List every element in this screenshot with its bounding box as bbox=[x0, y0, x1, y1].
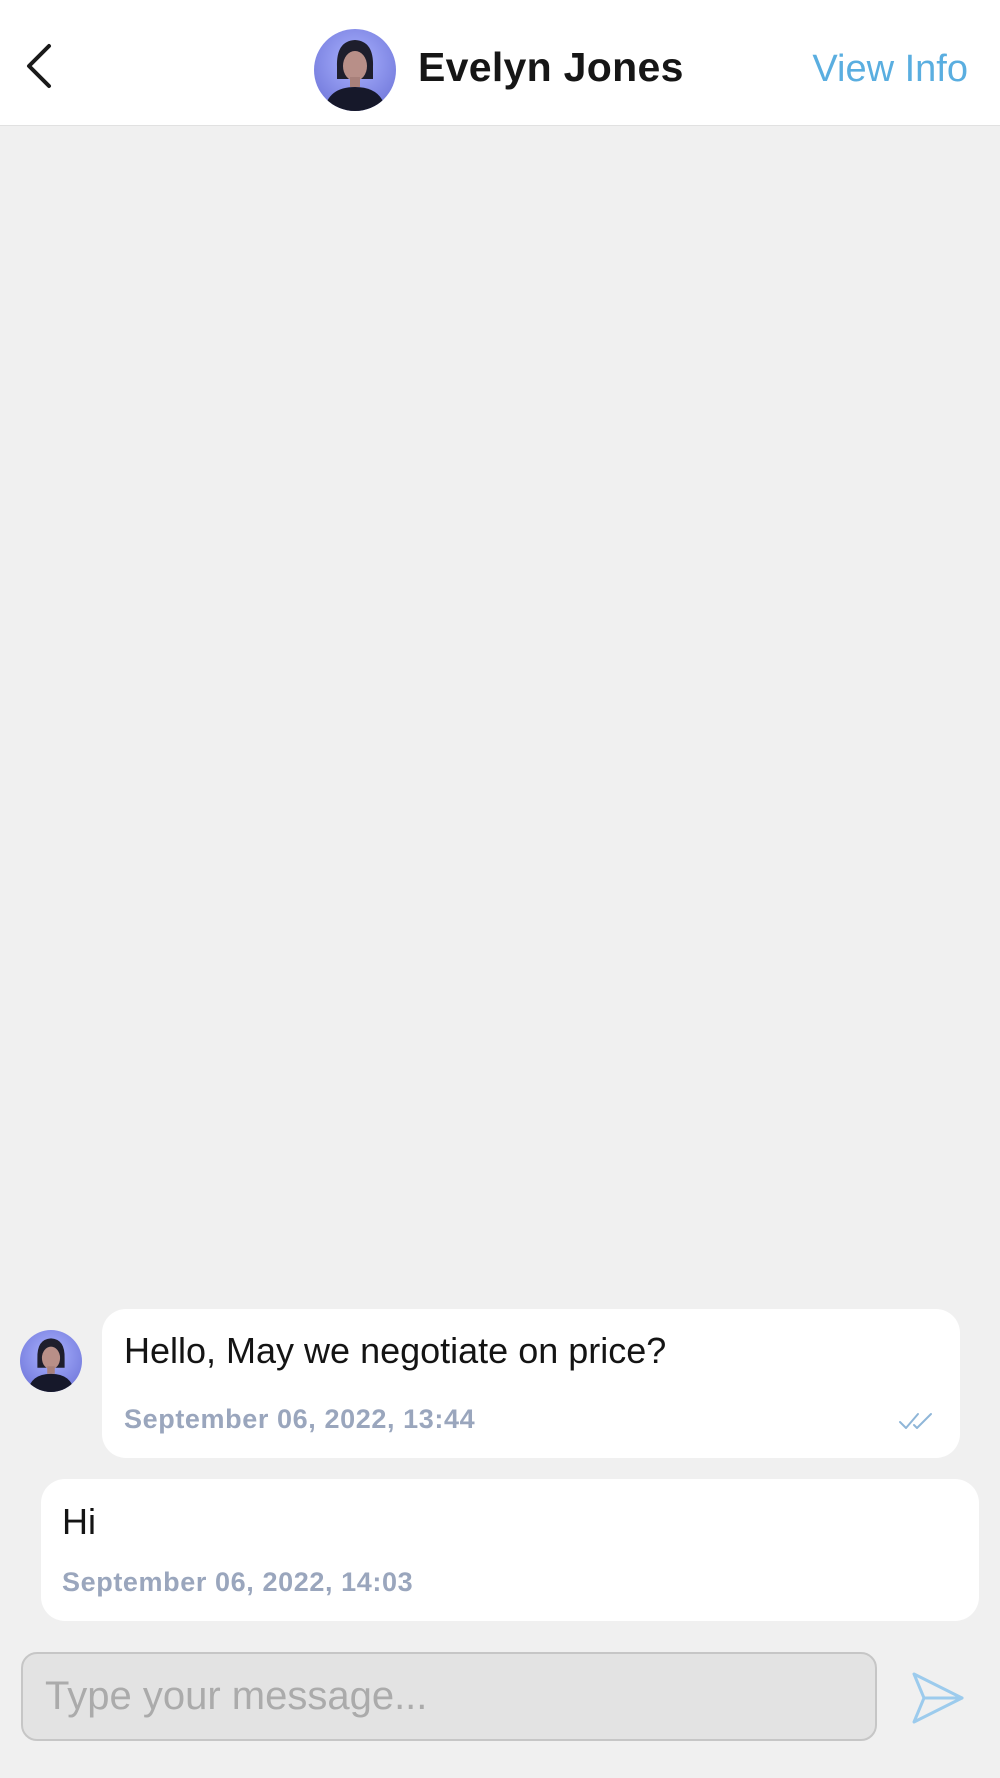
contact-name: Evelyn Jones bbox=[418, 44, 684, 90]
message-text: Hi bbox=[62, 1501, 96, 1542]
message-bubble-outgoing[interactable]: Hi September 06, 2022, 14:03 bbox=[41, 1479, 979, 1621]
message-composer bbox=[21, 1652, 877, 1741]
message-text: Hello, May we negotiate on price? bbox=[124, 1330, 667, 1371]
double-check-icon bbox=[898, 1409, 940, 1431]
send-icon bbox=[912, 1672, 964, 1724]
message-avatar[interactable] bbox=[20, 1330, 82, 1392]
back-button[interactable] bbox=[18, 36, 64, 96]
chevron-left-icon bbox=[27, 44, 51, 88]
message-timestamp: September 06, 2022, 14:03 bbox=[62, 1567, 414, 1597]
message-timestamp: September 06, 2022, 13:44 bbox=[124, 1404, 476, 1434]
view-info-link[interactable]: View Info bbox=[812, 48, 968, 91]
contact-avatar[interactable] bbox=[314, 29, 396, 111]
message-bubble-incoming[interactable]: Hello, May we negotiate on price? Septem… bbox=[102, 1309, 960, 1458]
chat-header: Evelyn Jones View Info bbox=[0, 0, 1000, 126]
message-input[interactable] bbox=[23, 1654, 875, 1739]
send-button[interactable] bbox=[906, 1666, 968, 1730]
